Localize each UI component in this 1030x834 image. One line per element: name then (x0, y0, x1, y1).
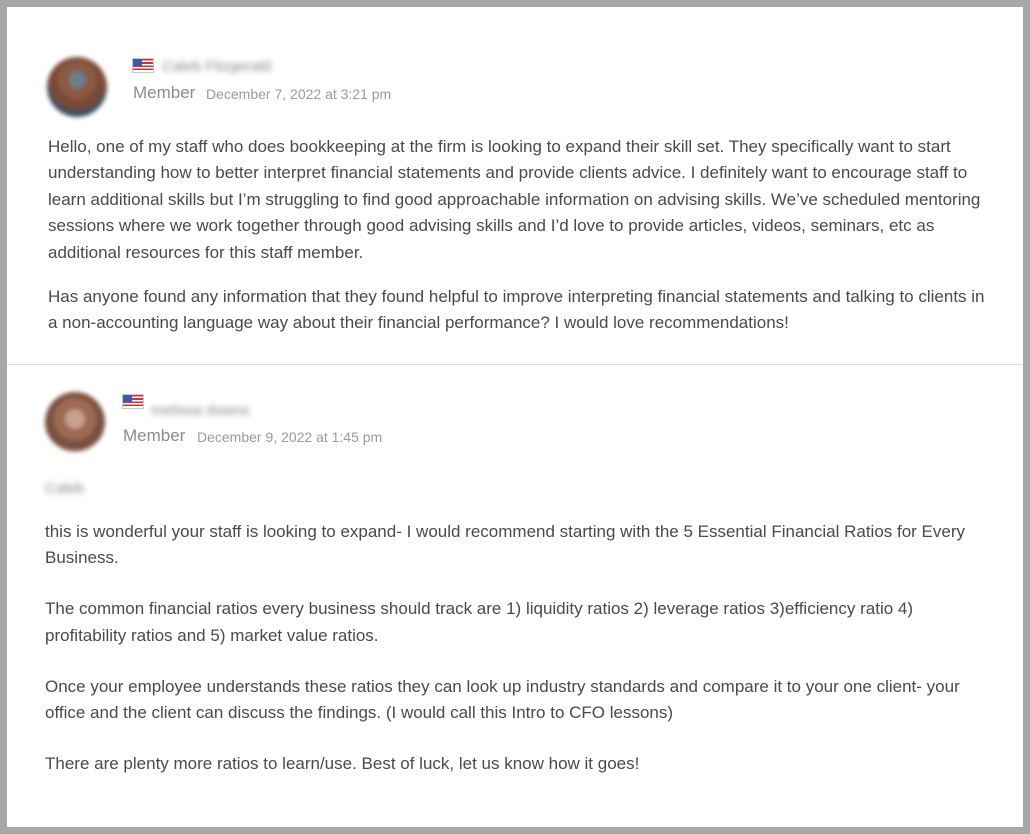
post-paragraph: Has anyone found any information that th… (48, 287, 985, 333)
us-flag-icon (133, 59, 153, 72)
author-name[interactable]: melissa downs (151, 402, 249, 419)
us-flag-icon (123, 395, 143, 408)
post-paragraph: The common financial ratios every busine… (45, 599, 914, 645)
forum-post: Caleb Fitzgerald Member December 7, 2022… (7, 7, 1023, 364)
post-paragraph: this is wonderful your staff is looking … (45, 522, 966, 568)
reply-greeting: Caleb (45, 480, 85, 497)
forum-post: melissa downs Member December 9, 2022 at… (7, 365, 1023, 827)
member-role: Member (123, 426, 186, 445)
post-date: December 9, 2022 at 1:45 pm (197, 429, 383, 445)
author-name[interactable]: Caleb Fitzgerald (162, 58, 271, 75)
post-paragraph: Once your employee understands these rat… (45, 676, 960, 723)
post-paragraph: There are plenty more ratios to learn/us… (45, 754, 640, 774)
post-body: this is wonderful your staff is looking … (45, 519, 995, 802)
avatar[interactable] (45, 392, 105, 452)
post-date: December 7, 2022 at 3:21 pm (206, 86, 392, 102)
member-role: Member (133, 83, 196, 102)
avatar[interactable] (47, 57, 107, 117)
post-paragraph: Hello, one of my staff who does bookkeep… (48, 137, 981, 262)
post-body: Hello, one of my staff who does bookkeep… (48, 134, 998, 337)
forum-thread: Caleb Fitzgerald Member December 7, 2022… (7, 7, 1023, 827)
